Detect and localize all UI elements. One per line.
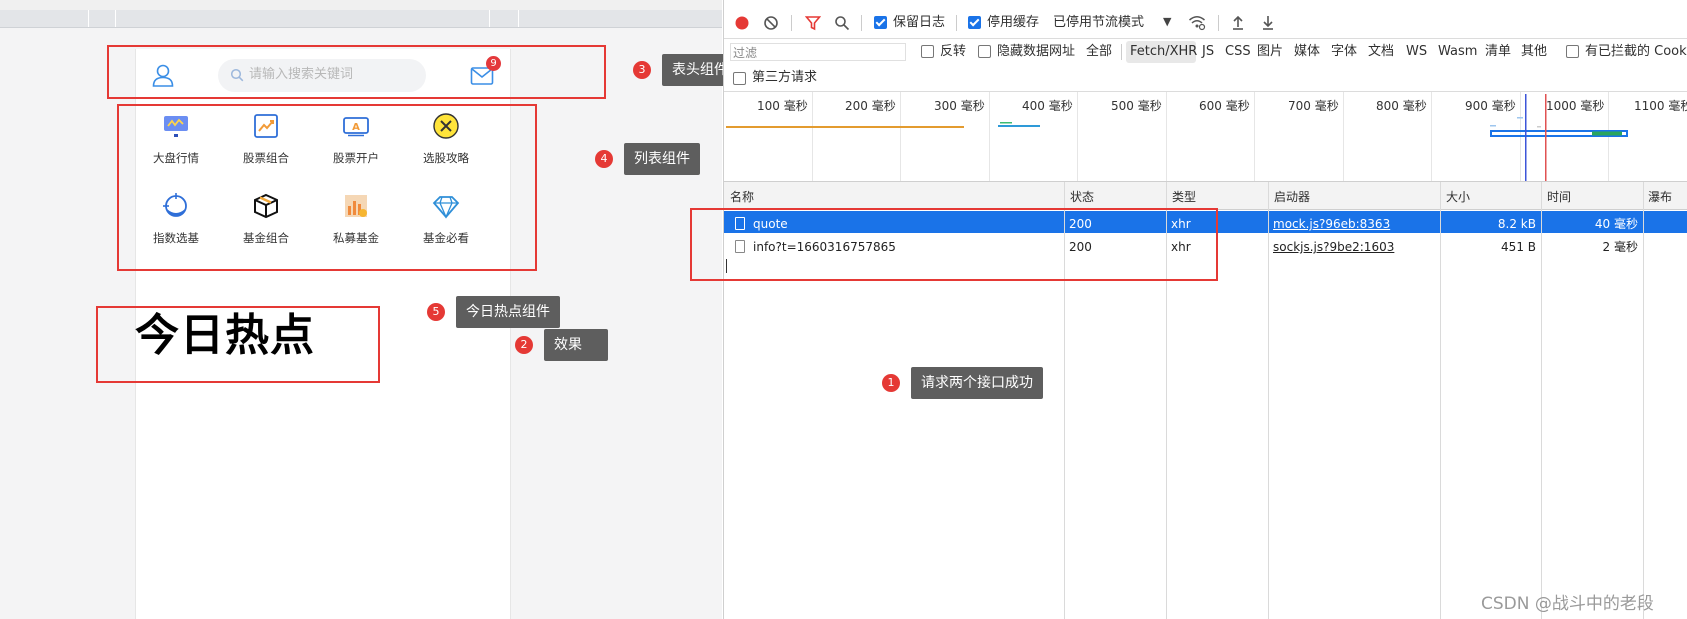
request-size: 451 B (1501, 240, 1536, 254)
search-icon[interactable] (834, 15, 850, 31)
column-divider (1643, 182, 1644, 619)
third-party-checkbox[interactable] (733, 72, 746, 85)
record-icon[interactable] (734, 15, 750, 31)
network-conditions-icon[interactable] (1188, 14, 1206, 31)
timeline-bars (726, 94, 1628, 181)
filter-type-img[interactable]: 图片 (1257, 44, 1283, 60)
export-har-icon[interactable] (1261, 14, 1275, 30)
preserve-log-label: 保留日志 (893, 15, 946, 30)
tab-divider (88, 10, 89, 27)
hide-data-urls-checkbox[interactable] (978, 45, 991, 58)
filter-input[interactable]: 过滤 (730, 43, 906, 61)
filter-type-media[interactable]: 媒体 (1294, 44, 1320, 60)
callout-number: 3 (633, 61, 651, 79)
browser-tab-strip (0, 10, 722, 28)
annotation-box-requests (690, 208, 1218, 281)
callout-number: 1 (882, 374, 900, 392)
request-table-header (724, 182, 1687, 210)
column-header-size[interactable]: 大小 (1446, 188, 1470, 205)
preserve-log-checkbox[interactable] (874, 16, 887, 29)
request-initiator-link[interactable]: mock.js?96eb:8363 (1273, 217, 1390, 231)
filter-type-all[interactable]: 全部 (1086, 44, 1112, 60)
blocked-cookies-label: 有已拦截的 Cooki (1585, 44, 1687, 59)
request-size: 8.2 kB (1497, 217, 1536, 231)
column-divider (1541, 182, 1542, 619)
filter-icon[interactable] (805, 15, 821, 31)
column-header-initiator[interactable]: 启动器 (1274, 188, 1310, 205)
annotation-box-hot (96, 306, 380, 383)
annotation-box-header (107, 45, 606, 99)
column-divider (1268, 182, 1269, 619)
column-header-type[interactable]: 类型 (1172, 188, 1196, 205)
filter-type-manifest[interactable]: 清单 (1485, 44, 1511, 60)
callout-number: 5 (427, 303, 445, 321)
column-header-status[interactable]: 状态 (1070, 188, 1094, 205)
hide-data-urls-label: 隐藏数据网址 (997, 44, 1076, 59)
annotation-box-list (117, 104, 537, 271)
callout-number: 4 (595, 150, 613, 168)
request-initiator-link[interactable]: sockjs.js?9be2:1603 (1273, 240, 1394, 254)
toolbar-divider (1218, 15, 1219, 31)
callout-label: 请求两个接口成功 (911, 367, 1043, 399)
filter-type-js[interactable]: JS (1202, 44, 1214, 60)
column-header-time[interactable]: 时间 (1547, 188, 1571, 205)
disable-cache-label: 停用缓存 (987, 15, 1040, 30)
filter-type-fetch-xhr[interactable]: Fetch/XHR (1130, 44, 1197, 60)
chevron-down-icon[interactable]: ▼ (1163, 14, 1171, 30)
request-time: 40 毫秒 (1594, 217, 1638, 231)
browser-top-strip (0, 0, 722, 10)
throttling-select[interactable]: 已停用节流模式 (1053, 15, 1144, 31)
request-time: 2 毫秒 (1602, 240, 1638, 254)
filter-type-doc[interactable]: 文档 (1368, 44, 1394, 60)
tab-divider (115, 10, 116, 27)
callout-label: 效果 (544, 329, 608, 361)
filter-type-wasm[interactable]: Wasm (1438, 44, 1477, 60)
callout-number: 2 (515, 336, 533, 354)
import-har-icon[interactable] (1231, 14, 1245, 30)
callout-label: 今日热点组件 (456, 296, 560, 328)
filter-divider (1121, 44, 1122, 60)
invert-checkbox[interactable] (921, 45, 934, 58)
column-divider (1440, 182, 1441, 619)
tab-divider (518, 10, 519, 27)
callout-label: 列表组件 (624, 143, 700, 175)
filter-type-other[interactable]: 其他 (1521, 44, 1547, 60)
column-header-name[interactable]: 名称 (730, 188, 754, 205)
toolbar-divider (861, 15, 862, 31)
watermark: CSDN @战斗中的老段 (1481, 594, 1654, 614)
toolbar-divider (791, 15, 792, 31)
third-party-label: 第三方请求 (752, 70, 818, 85)
disable-cache-checkbox[interactable] (968, 16, 981, 29)
toolbar-divider (956, 15, 957, 31)
blocked-cookies-checkbox[interactable] (1566, 45, 1579, 58)
filter-type-font[interactable]: 字体 (1331, 44, 1357, 60)
tab-divider (489, 10, 490, 27)
column-header-waterfall[interactable]: 瀑布 (1648, 188, 1672, 205)
clear-icon[interactable] (763, 15, 779, 31)
filter-type-ws[interactable]: WS (1406, 44, 1427, 60)
filter-type-css[interactable]: CSS (1225, 44, 1251, 60)
invert-label: 反转 (940, 44, 967, 59)
